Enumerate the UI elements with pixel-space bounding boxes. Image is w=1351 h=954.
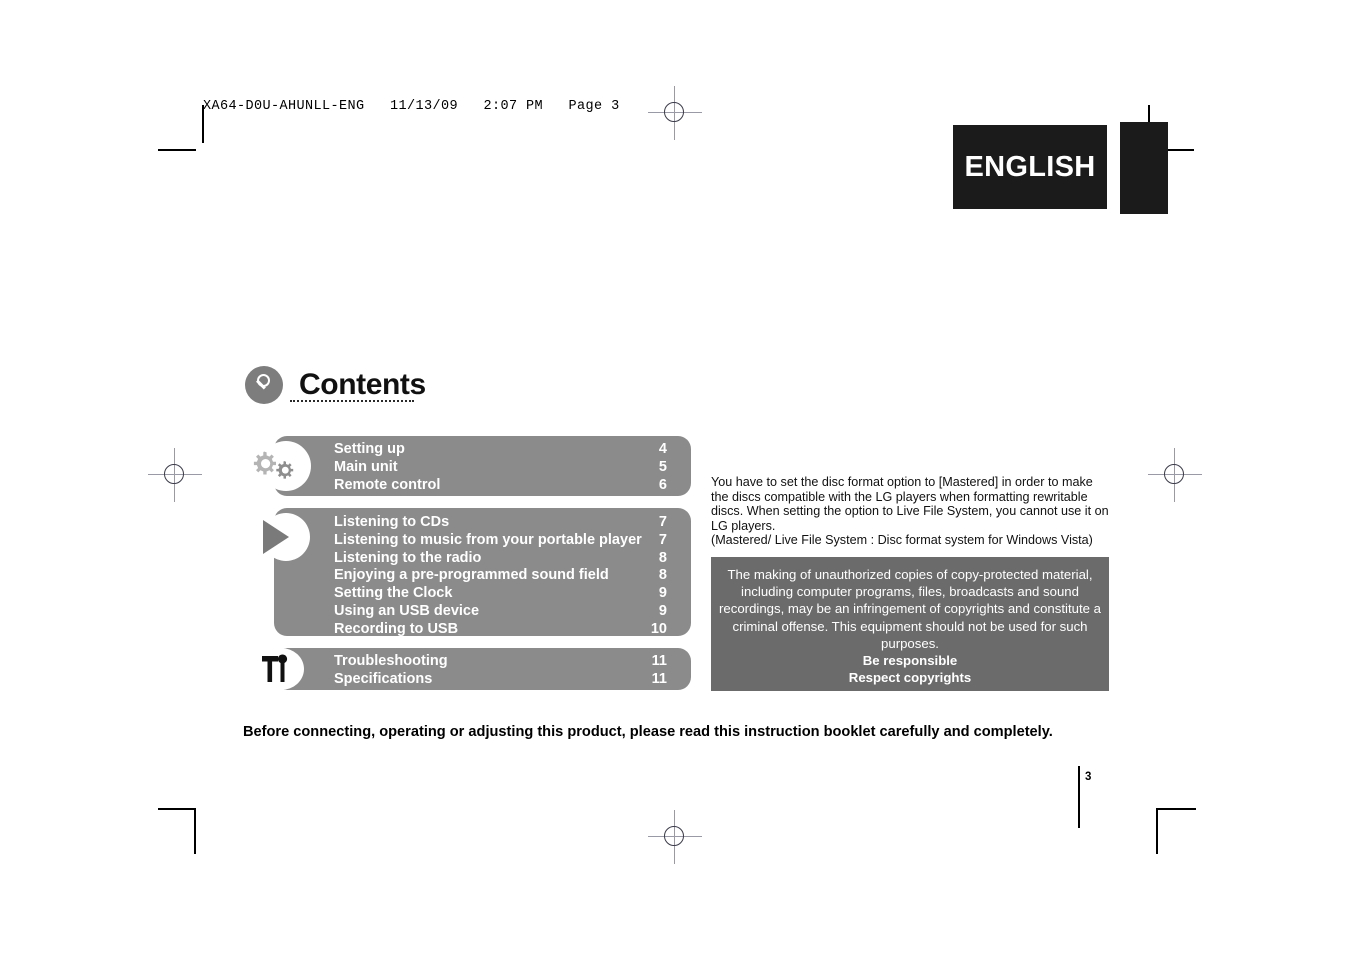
toc-entry-page: 6 bbox=[658, 476, 667, 493]
toc-entry[interactable]: Using an USB device 9 bbox=[334, 603, 667, 621]
registration-mark-bottom bbox=[648, 810, 702, 864]
toc-entry-page: 9 bbox=[658, 602, 667, 619]
toc-entry[interactable]: Main unit 5 bbox=[334, 459, 667, 477]
copyright-notice-box: The making of unauthorized copies of cop… bbox=[711, 557, 1109, 691]
toc-entry[interactable]: Recording to USB 10 bbox=[334, 621, 667, 639]
language-tab-bleed-block bbox=[1120, 122, 1168, 214]
page-title-group: Contents bbox=[245, 366, 426, 404]
magnifier-icon bbox=[245, 366, 283, 404]
toc-entry[interactable]: Troubleshooting 11 bbox=[334, 653, 667, 671]
toc-entry-label: Specifications bbox=[334, 670, 433, 687]
toc-entry[interactable]: Setting up 4 bbox=[334, 441, 667, 459]
toc-entry-label: Listening to music from your portable pl… bbox=[334, 531, 642, 548]
toc-entry-page: 8 bbox=[658, 549, 667, 566]
bottom-notice: Before connecting, operating or adjustin… bbox=[243, 724, 1053, 740]
toc-entry-label: Remote control bbox=[334, 476, 441, 493]
crop-mark-bottom-right bbox=[1148, 808, 1196, 854]
crop-mark-top-left bbox=[158, 105, 204, 151]
toc-entry-label: Using an USB device bbox=[334, 602, 480, 619]
toc-entry-label: Recording to USB bbox=[334, 620, 459, 637]
toc-section-setup: Setting up 4 Main unit 5 Remote control … bbox=[274, 436, 691, 496]
toc-entry-label: Main unit bbox=[334, 458, 398, 475]
toc-entry-page: 11 bbox=[651, 670, 667, 687]
toc-entry-page: 7 bbox=[658, 514, 667, 530]
toc-section-setup-list: Setting up 4 Main unit 5 Remote control … bbox=[334, 441, 667, 494]
toc-entry-page: 9 bbox=[658, 585, 667, 602]
toc-entry-page: 11 bbox=[651, 653, 667, 669]
document-page: XA64-D0U-AHUNLL-ENG 11/13/09 2:07 PM Pag… bbox=[0, 0, 1351, 954]
print-slug: XA64-D0U-AHUNLL-ENG 11/13/09 2:07 PM Pag… bbox=[203, 99, 620, 114]
toc-entry-label: Setting up bbox=[334, 441, 405, 457]
toc-entry[interactable]: Listening to music from your portable pl… bbox=[334, 532, 667, 550]
toc-entry[interactable]: Setting the Clock 9 bbox=[334, 585, 667, 603]
toc-entry-label: Listening to CDs bbox=[334, 514, 450, 530]
registration-mark-top bbox=[648, 86, 702, 140]
folio-rule bbox=[1078, 766, 1080, 828]
toc-entry[interactable]: Remote control 6 bbox=[334, 477, 667, 495]
toc-entry[interactable]: Listening to the radio 8 bbox=[334, 550, 667, 568]
tools-icon bbox=[258, 652, 298, 686]
registration-mark-left bbox=[148, 448, 202, 502]
language-tab-label: ENGLISH bbox=[964, 150, 1096, 183]
toc-entry-label: Enjoying a pre-programmed sound field bbox=[334, 567, 609, 584]
toc-entry-page: 10 bbox=[650, 620, 667, 637]
page-title-underline bbox=[290, 400, 414, 402]
folio-page-number: 3 bbox=[1085, 771, 1092, 783]
toc-section-support: Troubleshooting 11 Specifications 11 bbox=[274, 648, 691, 690]
registration-mark-right bbox=[1148, 448, 1202, 502]
disc-format-note: You have to set the disc format option t… bbox=[711, 475, 1109, 548]
toc-entry[interactable]: Listening to CDs 7 bbox=[334, 514, 667, 532]
crop-mark-bottom-left bbox=[158, 808, 204, 854]
play-triangle-icon bbox=[263, 520, 289, 554]
language-tab-english: ENGLISH bbox=[953, 125, 1107, 209]
toc-entry-page: 8 bbox=[658, 567, 667, 584]
copyright-notice-line1: Be responsible bbox=[862, 653, 958, 669]
toc-entry-label: Listening to the radio bbox=[334, 549, 482, 566]
toc-entry-label: Troubleshooting bbox=[334, 653, 448, 669]
gears-icon bbox=[246, 447, 298, 487]
toc-section-listening-list: Listening to CDs 7 Listening to music fr… bbox=[334, 514, 667, 639]
copyright-notice-line2: Respect copyrights bbox=[848, 670, 972, 686]
toc-entry-page: 4 bbox=[658, 441, 667, 457]
copyright-notice-body: The making of unauthorized copies of cop… bbox=[719, 567, 1101, 651]
toc-entry-label: Setting the Clock bbox=[334, 585, 453, 602]
toc-entry[interactable]: Specifications 11 bbox=[334, 671, 667, 689]
toc-entry[interactable]: Enjoying a pre-programmed sound field 8 bbox=[334, 567, 667, 585]
page-title: Contents bbox=[299, 368, 426, 401]
toc-entry-page: 7 bbox=[658, 531, 667, 548]
toc-section-support-list: Troubleshooting 11 Specifications 11 bbox=[334, 653, 667, 689]
toc-entry-page: 5 bbox=[658, 458, 667, 475]
toc-section-listening: Listening to CDs 7 Listening to music fr… bbox=[274, 508, 691, 639]
